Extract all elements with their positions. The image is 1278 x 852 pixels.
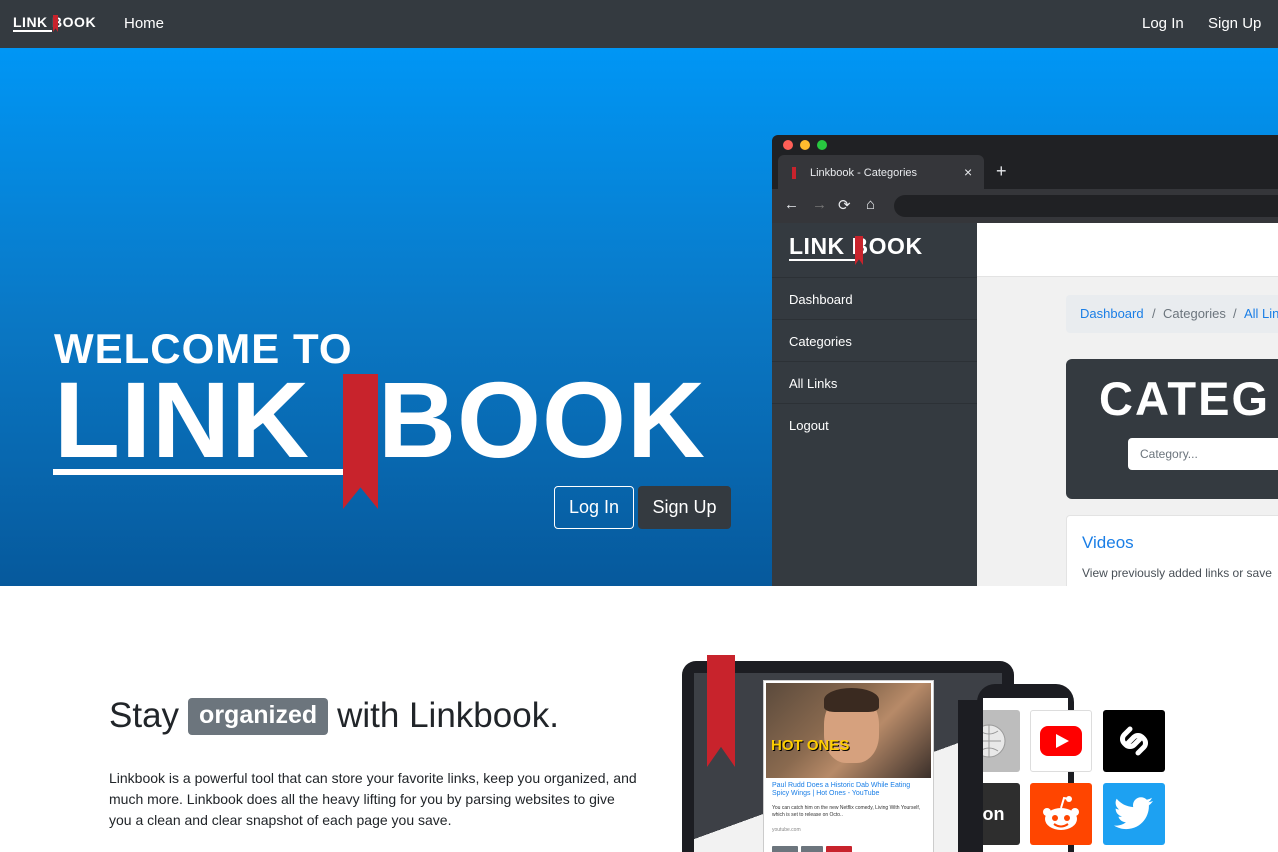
link-preview-thumbnail: HOT ONES xyxy=(766,683,931,778)
section-description: Linkbook is a powerful tool that can sto… xyxy=(109,770,637,828)
link-preview-title: Paul Rudd Does a Historic Dab While Eati… xyxy=(772,782,911,797)
headline-badge: organized xyxy=(188,697,329,735)
breadcrumb-dashboard: Dashboard xyxy=(1080,306,1144,321)
sidebar-item-label: All Links xyxy=(789,376,838,391)
browser-tab: Linkbook - Categories × xyxy=(778,155,984,189)
sidebar-item-dashboard: Dashboard xyxy=(772,277,977,319)
sidebar-item-label: Logout xyxy=(789,418,829,433)
sidebar-item-all-links: All Links xyxy=(772,361,977,403)
chain-link-icon xyxy=(1103,710,1165,772)
videos-card-text: View previously added links or save xyxy=(1082,566,1272,580)
app-sidebar: LINK BOOK Dashboard Categories All Links… xyxy=(772,223,977,586)
nav-home-link[interactable]: Home xyxy=(124,15,164,32)
sidebar-item-logout: Logout xyxy=(772,403,977,445)
category-panel: CATEG Category... xyxy=(1066,359,1278,499)
link-preview-card: HOT ONES Paul Rudd Does a Historic Dab W… xyxy=(763,680,934,852)
app-preview: LINK BOOK Dashboard Categories All Links… xyxy=(772,223,1278,586)
category-input: Category... xyxy=(1128,438,1278,470)
sidebar-bookmark-icon xyxy=(855,236,863,265)
reddit-icon xyxy=(1030,783,1092,845)
maximize-dot-icon xyxy=(817,140,827,150)
breadcrumb-separator: / xyxy=(1233,306,1237,321)
link-preview-buttons xyxy=(772,846,852,852)
hero-logo-underline xyxy=(53,469,345,475)
new-tab-icon: + xyxy=(996,161,1007,181)
headline-pre: Stay xyxy=(109,696,180,735)
hero-login-button[interactable]: Log In xyxy=(554,486,634,529)
hero-logo-link-text: LINK xyxy=(54,359,310,480)
hero-logo-book-text: BOOK xyxy=(378,359,706,480)
tab-favicon-icon xyxy=(792,167,796,179)
hero-bookmark-ribbon-icon xyxy=(343,374,378,509)
address-bar xyxy=(894,195,1278,217)
videos-card: Videos View previously added links or sa… xyxy=(1066,515,1278,586)
category-title: CATEG xyxy=(1099,372,1271,425)
link-preview-source: youtube.com xyxy=(772,827,801,833)
breadcrumb-all-links: All Lin xyxy=(1244,306,1278,321)
back-arrow-icon: ← xyxy=(784,196,799,213)
minimize-dot-icon xyxy=(800,140,810,150)
top-navbar: LINK BOOK Home Log In Sign Up xyxy=(0,0,1278,48)
section-headline: Stay organized with Linkbook. xyxy=(109,696,559,736)
youtube-icon xyxy=(1030,710,1092,772)
link-preview-text: You can catch him on the new Netflix com… xyxy=(772,805,921,818)
category-placeholder: Category... xyxy=(1140,447,1198,461)
breadcrumb-separator: / xyxy=(1152,306,1156,321)
tab-close-icon: × xyxy=(964,164,973,180)
browser-mockup: Linkbook - Categories × + ← → ⟳ ⌂ LINK B… xyxy=(772,135,1278,586)
sidebar-brand-underline xyxy=(789,259,856,261)
reload-icon: ⟳ xyxy=(838,197,851,214)
app-header xyxy=(977,223,1278,277)
thumbnail-caption: HOT ONES xyxy=(771,737,850,754)
hero-signup-button[interactable]: Sign Up xyxy=(638,486,731,529)
forward-arrow-icon: → xyxy=(812,196,827,213)
sidebar-item-label: Dashboard xyxy=(789,292,853,307)
phone-bezel xyxy=(958,700,983,852)
nav-signup-link[interactable]: Sign Up xyxy=(1208,15,1261,32)
videos-card-title: Videos xyxy=(1082,533,1134,552)
tab-title: Linkbook - Categories xyxy=(810,167,918,179)
close-dot-icon xyxy=(783,140,793,150)
twitter-icon xyxy=(1103,783,1165,845)
headline-post: with Linkbook. xyxy=(337,696,559,735)
nav-login-link[interactable]: Log In xyxy=(1142,15,1184,32)
hero-section: WELCOME TO LINK BOOK Log In Sign Up Link… xyxy=(0,48,1278,586)
brand-underline xyxy=(13,30,52,32)
breadcrumb-categories: Categories xyxy=(1163,306,1226,321)
navbar-brand-logo[interactable]: LINK BOOK xyxy=(13,13,105,33)
breadcrumb: Dashboard / Categories / All Lin xyxy=(1066,295,1278,333)
browser-toolbar: ← → ⟳ ⌂ xyxy=(772,189,1278,223)
sidebar-item-label: Categories xyxy=(789,334,852,349)
sidebar-item-categories: Categories xyxy=(772,319,977,361)
home-icon: ⌂ xyxy=(866,196,876,213)
